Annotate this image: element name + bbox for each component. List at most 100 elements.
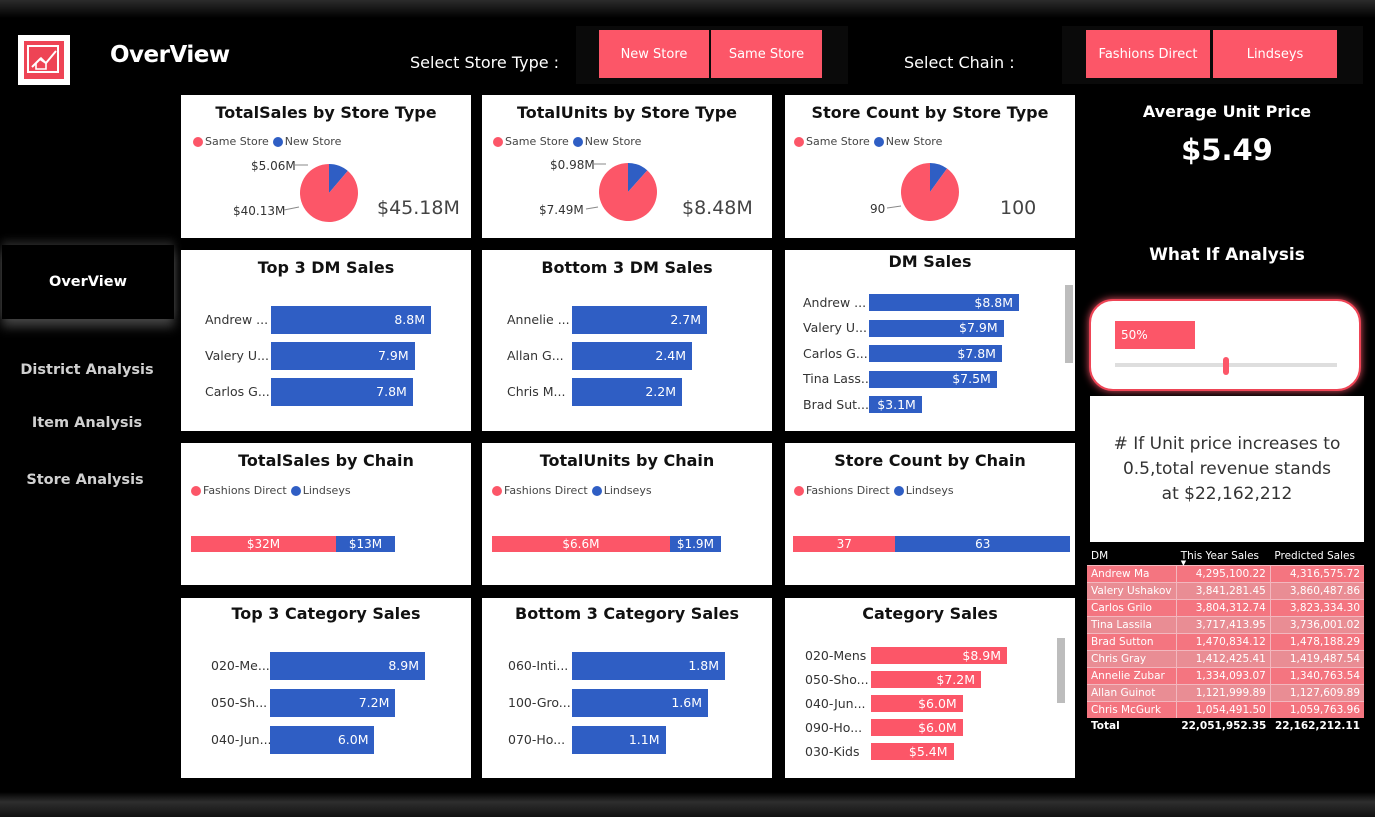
table-row[interactable]: Brad Sutton 1,470,834.12 1,478,188.29 xyxy=(1087,633,1364,651)
legend-item: Lindseys xyxy=(302,484,351,497)
legend-item: Lindseys xyxy=(905,484,954,497)
slicer-same-store-button[interactable]: Same Store xyxy=(711,30,822,78)
nav-store-analysis[interactable]: Store Analysis xyxy=(0,460,170,500)
table-cell: 1,340,763.54 xyxy=(1269,667,1364,685)
table-cell: 3,823,334.30 xyxy=(1269,599,1364,617)
bar-category-label: Allan G... xyxy=(507,348,564,363)
table-cell: 1,059,763.96 xyxy=(1269,701,1364,718)
stacked-bar-segment[interactable]: $6.6M xyxy=(492,536,670,552)
bar-category-label: 030-Kids xyxy=(805,743,860,759)
table-cell: Total xyxy=(1087,718,1177,734)
table-cell: 1,334,093.07 xyxy=(1176,667,1271,685)
table-cell: 3,736,001.02 xyxy=(1269,616,1364,634)
bar-value-label: $3.1M xyxy=(877,396,916,412)
legend-dot-icon xyxy=(794,485,804,496)
card-top-3-dm-sales: Top 3 DM Sales Andrew ... 8.8M Valery U...… xyxy=(181,250,471,431)
stacked-bar-segment[interactable]: 37 xyxy=(793,536,896,552)
stacked-bar-segment[interactable]: 63 xyxy=(895,536,1070,552)
stacked-bar-chart: $6.6M $1.9M xyxy=(492,536,721,552)
bar-value-label: 2.7M xyxy=(670,312,701,327)
table-cell: Carlos Grilo xyxy=(1087,599,1177,617)
table-cell: Tina Lassila xyxy=(1087,616,1177,634)
table-row[interactable]: Annelie Zubar 1,334,093.07 1,340,763.54 xyxy=(1087,667,1364,685)
bar-value-label: 8.9M xyxy=(388,658,419,673)
table-cell: 3,860,487.86 xyxy=(1269,582,1364,600)
bar-category-label: 020-Me... xyxy=(211,658,270,673)
bar-value-label: $8.9M xyxy=(962,647,1001,663)
bar-value-label: 2.4M xyxy=(655,348,686,363)
store-type-slicer-label: Select Store Type : xyxy=(410,53,560,72)
bar-chart: Andrew ... 8.8M Valery U... 7.9M Carlos G...… xyxy=(181,250,471,431)
table-header-row: DM This Year Sales ▼ Predicted Sales xyxy=(1087,547,1364,567)
table-cell: 1,412,425.41 xyxy=(1176,650,1271,668)
page-title: OverView xyxy=(110,42,230,68)
store-type-slicer: New Store Same Store xyxy=(576,26,848,84)
card-bottom-3-category-sales: Bottom 3 Category Sales 060-Inti... 1.8M 1… xyxy=(482,598,772,778)
bar-category-label: Brad Sut... xyxy=(803,396,869,412)
bottom-strip xyxy=(0,792,1375,817)
table-cell: 3,717,413.95 xyxy=(1176,616,1271,634)
table-row[interactable]: Andrew Ma 4,295,100.22 4,316,575.72 xyxy=(1087,565,1364,583)
nav-item-analysis[interactable]: Item Analysis xyxy=(2,403,172,443)
stacked-bar-segment[interactable]: $13M xyxy=(336,536,395,552)
legend-dot-icon xyxy=(893,485,904,496)
bar-category-label: 100-Gro... xyxy=(508,695,571,710)
bar-value-label: $7.2M xyxy=(936,671,976,687)
slicer-fashions-direct-button[interactable]: Fashions Direct xyxy=(1086,30,1210,78)
bar-category-label: 050-Sho... xyxy=(805,671,869,687)
bar-value-label: 7.8M xyxy=(376,384,407,399)
stacked-bar-segment[interactable]: $1.9M xyxy=(669,536,721,552)
total-value: $8.48M xyxy=(682,197,753,219)
table-cell: 3,804,312.74 xyxy=(1176,599,1271,617)
table-cell: Chris McGurk xyxy=(1087,701,1177,718)
nav-district-analysis[interactable]: District Analysis xyxy=(2,350,172,390)
card-title: TotalUnits by Chain xyxy=(539,451,715,470)
column-header[interactable]: This Year Sales ▼ xyxy=(1177,547,1271,567)
what-if-slicer: 50% xyxy=(1089,299,1361,391)
bar-category-label: Annelie ... xyxy=(507,312,570,327)
table-cell: Valery Ushakov xyxy=(1087,582,1177,600)
scrollbar[interactable] xyxy=(1057,638,1065,703)
bar-category-label: Carlos G... xyxy=(205,384,270,399)
table-row[interactable]: Chris McGurk 1,054,491.50 1,059,763.96 xyxy=(1087,701,1364,718)
bar-value-label: $7.5M xyxy=(952,371,991,386)
table-row[interactable]: Tina Lassila 3,717,413.95 3,736,001.02 xyxy=(1087,616,1364,634)
what-if-note: # If Unit price increases to 0.5,total r… xyxy=(1090,396,1364,542)
kpi-value: $5.49 xyxy=(1181,133,1273,167)
bar-value-label: $8.8M xyxy=(974,294,1013,310)
table-cell: 1,470,834.12 xyxy=(1176,633,1271,651)
what-if-slider-handle[interactable] xyxy=(1223,357,1229,375)
table-row[interactable]: Carlos Grilo 3,804,312.74 3,823,334.30 xyxy=(1087,599,1364,617)
bar-value-label: 2.2M xyxy=(645,384,676,399)
bar-category-label: Andrew ... xyxy=(205,312,269,327)
legend-dot-icon xyxy=(492,485,502,496)
stacked-bar-segment[interactable]: $32M xyxy=(191,536,337,552)
table-row[interactable]: Chris Gray 1,412,425.41 1,419,487.54 xyxy=(1087,650,1364,668)
total-value: 100 xyxy=(1000,197,1037,219)
table-row[interactable]: Allan Guinot 1,121,999.89 1,127,609.89 xyxy=(1087,684,1364,702)
table-cell: 1,419,487.54 xyxy=(1269,650,1364,668)
table-cell: 4,316,575.72 xyxy=(1269,565,1364,583)
dm-sales-table: DM This Year Sales ▼ Predicted Sales Andr… xyxy=(1087,547,1364,734)
card-store-count-by-store-type: Store Count by Store Type Same Store New… xyxy=(785,95,1075,238)
slicer-lindseys-button[interactable]: Lindseys xyxy=(1213,30,1337,78)
card-totalunits-by-store-type: TotalUnits by Store Type Same Store New … xyxy=(482,95,772,238)
bar-category-label: 050-Sh... xyxy=(211,695,268,710)
scrollbar[interactable] xyxy=(1065,285,1073,363)
table-row[interactable]: Valery Ushakov 3,841,281.45 3,860,487.86 xyxy=(1087,582,1364,600)
card-title: TotalSales by Chain xyxy=(238,451,414,470)
bar-chart: 020-Me... 8.9M 050-Sh... 7.2M 040-Jun... 6.0M xyxy=(181,598,471,778)
slicer-new-store-button[interactable]: New Store xyxy=(599,30,709,78)
bar-category-label: Andrew ... xyxy=(803,294,867,310)
column-header-label: This Year Sales xyxy=(1180,550,1260,562)
column-header[interactable]: Predicted Sales xyxy=(1270,547,1364,566)
bar-category-label: 040-Jun... xyxy=(805,695,866,711)
bar-category-label: Chris M... xyxy=(507,384,566,399)
bar-value-label: 7.9M xyxy=(377,348,409,363)
nav-overview[interactable]: OverView xyxy=(2,245,174,319)
bar-category-label: 070-Ho... xyxy=(508,732,566,747)
what-if-value-input[interactable]: 50% xyxy=(1115,321,1195,349)
table-cell: 4,295,100.22 xyxy=(1176,565,1271,583)
column-header[interactable]: DM xyxy=(1087,547,1177,566)
app-logo-icon xyxy=(18,35,70,85)
